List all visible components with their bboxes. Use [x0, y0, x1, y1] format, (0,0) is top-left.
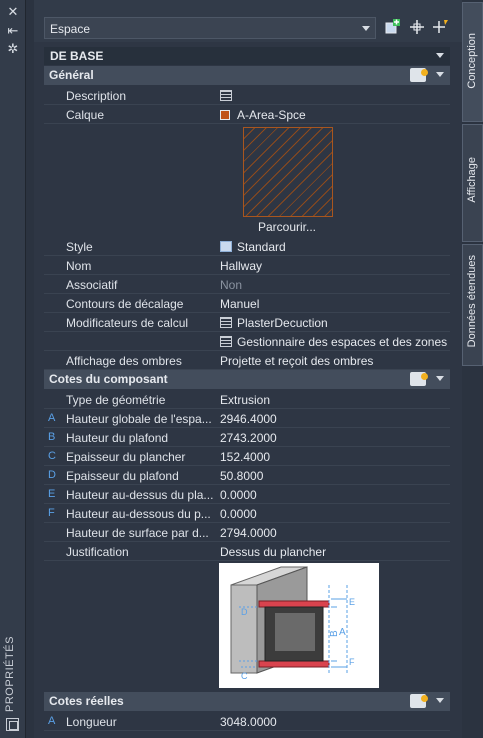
- hatch-preview: [243, 127, 333, 217]
- property-row[interactable]: B Hauteur du plafond 2743.2000: [44, 428, 450, 447]
- tab-donnees-etendues[interactable]: Données étendues: [462, 244, 483, 366]
- property-row[interactable]: Gestionnaire des espaces et des zones: [44, 332, 450, 351]
- object-type-value: Espace: [50, 22, 91, 36]
- chevron-down-icon: [436, 698, 444, 703]
- property-row[interactable]: E Hauteur au-dessus du pla... 0.0000: [44, 485, 450, 504]
- property-row[interactable]: D Epaisseur du plafond 50.8000: [44, 466, 450, 485]
- auto-hide-icon[interactable]: ⇤: [6, 24, 20, 38]
- settings-icon[interactable]: ✲: [6, 42, 20, 56]
- properties-panel: Espace DE BASE Général Description Calqu…: [34, 0, 462, 738]
- section-basic-title: DE BASE: [50, 49, 104, 63]
- dim-label-e: E: [349, 597, 355, 607]
- display-settings-icon[interactable]: [410, 694, 428, 708]
- dim-label-d: D: [241, 607, 248, 617]
- toolbar: Espace: [34, 0, 462, 42]
- tab-conception[interactable]: Conception: [462, 2, 483, 122]
- property-row[interactable]: Style Standard: [44, 237, 450, 256]
- chevron-down-icon: [436, 53, 444, 58]
- select-objects-icon[interactable]: [432, 18, 450, 36]
- tab-affichage[interactable]: Affichage: [462, 124, 483, 242]
- table-icon: [220, 336, 232, 347]
- description-editor-icon[interactable]: [220, 90, 232, 101]
- browse-button[interactable]: Parcourir...: [258, 220, 316, 234]
- property-row[interactable]: A Hauteur globale de l'espa... 2946.4000: [44, 409, 450, 428]
- table-icon: [220, 317, 232, 328]
- property-row[interactable]: Type de géométrie Extrusion: [44, 390, 450, 409]
- property-row[interactable]: Modificateurs de calcul PlasterDecuction: [44, 313, 450, 332]
- section-actual-title: Cotes réelles: [49, 694, 124, 708]
- property-row[interactable]: Associatif Non: [44, 275, 450, 294]
- property-row[interactable]: Justification Dessus du plancher: [44, 542, 450, 561]
- section-general-title: Général: [49, 68, 94, 82]
- display-settings-icon[interactable]: [410, 68, 428, 82]
- chevron-down-icon: [362, 26, 370, 31]
- dim-label-c: C: [241, 671, 248, 681]
- section-actual-dimensions[interactable]: Cotes réelles: [44, 692, 450, 711]
- dim-label-a: A: [339, 627, 346, 638]
- display-settings-icon[interactable]: [410, 372, 428, 386]
- palette-title: PROPRIÉTÉS: [4, 636, 16, 712]
- style-icon: [220, 241, 232, 252]
- palette-tabs: Conception Affichage Données étendues: [462, 0, 483, 738]
- property-row[interactable]: F Hauteur au-dessous du p... 0.0000: [44, 504, 450, 523]
- section-component-dimensions[interactable]: Cotes du composant: [44, 370, 450, 389]
- property-row[interactable]: Nom Hallway: [44, 256, 450, 275]
- chevron-down-icon: [436, 376, 444, 381]
- dimension-diagram-drawing: A B C D E F: [230, 566, 355, 681]
- property-row[interactable]: Description: [44, 86, 450, 105]
- close-icon[interactable]: ✕: [6, 5, 20, 19]
- property-row[interactable]: Affichage des ombres Projette et reçoit …: [44, 351, 450, 370]
- property-row[interactable]: Contours de décalage Manuel: [44, 294, 450, 313]
- pickadd-icon[interactable]: [408, 18, 426, 36]
- dim-label-b: B: [329, 630, 340, 637]
- palette-menu-icon[interactable]: [6, 718, 19, 731]
- chevron-down-icon: [436, 72, 444, 77]
- property-row[interactable]: C Epaisseur du plancher 152.4000: [44, 447, 450, 466]
- property-row[interactable]: A Longueur 3048.0000: [44, 712, 450, 731]
- palette-title-strip: ✕ ⇤ ✲ PROPRIÉTÉS: [0, 0, 26, 738]
- section-basic[interactable]: DE BASE: [44, 47, 450, 65]
- section-general[interactable]: Général: [44, 66, 450, 85]
- object-type-dropdown[interactable]: Espace: [44, 17, 376, 39]
- property-row[interactable]: Calque A-Area-Spce: [44, 105, 450, 124]
- section-component-title: Cotes du composant: [49, 372, 168, 386]
- dim-label-f: F: [349, 657, 355, 667]
- quick-select-icon[interactable]: [384, 18, 402, 36]
- layer-color-icon: [220, 110, 230, 120]
- dimension-diagram: A B C D E F: [219, 563, 379, 688]
- property-row[interactable]: Hauteur de surface par d... 2794.0000: [44, 523, 450, 542]
